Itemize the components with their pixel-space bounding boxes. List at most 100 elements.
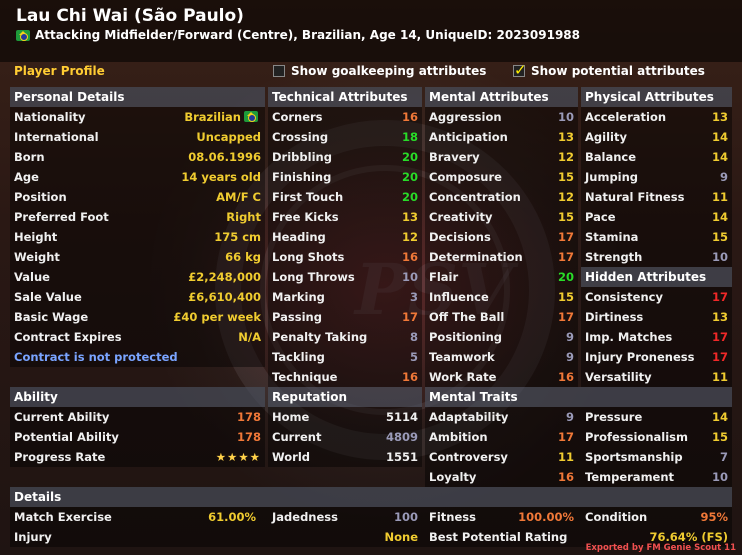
potential-toggle-label: Show potential attributes <box>531 64 705 78</box>
technical-label: Long Throws <box>272 270 355 284</box>
details-row: Fitness 100.00% <box>425 507 578 527</box>
potential-checkbox[interactable] <box>513 61 527 79</box>
reputation-label: Current <box>272 430 322 444</box>
personal-value: £2,248,000 <box>188 270 261 284</box>
mental-value: 9 <box>565 350 574 364</box>
mental-label: Off The Ball <box>429 310 505 324</box>
hidden-heading: Hidden Attributes <box>581 267 732 287</box>
hidden-label: Versatility <box>585 370 652 384</box>
personal-value: AM/F C <box>216 190 261 204</box>
ability-label: Progress Rate <box>14 450 106 464</box>
technical-row: Tackling 5 <box>268 347 422 367</box>
physical-value: 10 <box>711 250 728 264</box>
personal-label: International <box>14 130 99 144</box>
personal-label: Nationality <box>14 110 86 124</box>
physical-label: Stamina <box>585 230 639 244</box>
personal-label: Born <box>14 150 45 164</box>
ability-row: Potential Ability 178 <box>10 427 265 447</box>
brazil-flag-icon <box>16 29 30 41</box>
technical-label: Corners <box>272 110 323 124</box>
traits-extra-label: Pressure <box>585 410 643 424</box>
mental-row: Work Rate 16 <box>425 367 578 387</box>
mental-label: Decisions <box>429 230 491 244</box>
details-value: 95% <box>700 510 728 524</box>
technical-row: Heading 12 <box>268 227 422 247</box>
mental-row: Off The Ball 17 <box>425 307 578 327</box>
details-label: Injury <box>14 530 52 544</box>
personal-label: Preferred Foot <box>14 210 109 224</box>
hidden-row: Imp. Matches 17 <box>581 327 732 347</box>
reputation-row: Current 4809 <box>268 427 422 447</box>
technical-label: Dribbling <box>272 150 332 164</box>
technical-value: 12 <box>401 230 418 244</box>
details-value: 100.00% <box>518 510 574 524</box>
personal-details-heading: Personal Details <box>10 87 265 107</box>
physical-value: 11 <box>711 190 728 204</box>
technical-row: Penalty Taking 8 <box>268 327 422 347</box>
ability-value: 178 <box>236 410 261 424</box>
personal-value: Right <box>226 210 261 224</box>
mental-value: 12 <box>557 190 574 204</box>
goalkeeping-toggle[interactable]: Show goalkeeping attributes <box>273 64 486 78</box>
mental-value: 15 <box>557 210 574 224</box>
personal-value: 175 cm <box>214 230 261 244</box>
mental-row: Decisions 17 <box>425 227 578 247</box>
technical-label: First Touch <box>272 190 344 204</box>
mental-row: Positioning 9 <box>425 327 578 347</box>
mental-row: Determination 17 <box>425 247 578 267</box>
mental-label: Aggression <box>429 110 502 124</box>
mental-label: Flair <box>429 270 459 284</box>
technical-row: Passing 17 <box>268 307 422 327</box>
traits-extra-label: Sportsmanship <box>585 450 683 464</box>
technical-value: 20 <box>401 150 418 164</box>
technical-row: Crossing 18 <box>268 127 422 147</box>
personal-row: Basic Wage £40 per week <box>10 307 265 327</box>
technical-label: Finishing <box>272 170 332 184</box>
technical-value: 16 <box>401 110 418 124</box>
technical-value: 16 <box>401 370 418 384</box>
mental-row: Composure 15 <box>425 167 578 187</box>
personal-value: 08.06.1996 <box>188 150 261 164</box>
details-row: Injury None <box>10 527 422 547</box>
technical-label: Penalty Taking <box>272 330 368 344</box>
traits-extra-value: 14 <box>711 410 728 424</box>
personal-row: Born 08.06.1996 <box>10 147 265 167</box>
traits-value: 11 <box>557 450 574 464</box>
hidden-row: Versatility 11 <box>581 367 732 387</box>
hidden-value: 17 <box>711 330 728 344</box>
hidden-label: Imp. Matches <box>585 330 673 344</box>
personal-label: Value <box>14 270 50 284</box>
traits-extra-label: Temperament <box>585 470 675 484</box>
player-profile-label: Player Profile <box>14 64 105 78</box>
ability-value: 178 <box>236 430 261 444</box>
details-label: Condition <box>585 510 648 524</box>
mental-label: Work Rate <box>429 370 497 384</box>
goalkeeping-checkbox[interactable] <box>273 65 285 77</box>
technical-row: Corners 16 <box>268 107 422 127</box>
hidden-value: 17 <box>711 350 728 364</box>
mental-row: Bravery 12 <box>425 147 578 167</box>
mental-row: Flair 20 <box>425 267 578 287</box>
physical-value: 14 <box>711 210 728 224</box>
ability-row: Progress Rate ★★★★ <box>10 447 265 467</box>
physical-label: Acceleration <box>585 110 667 124</box>
physical-value: 13 <box>711 110 728 124</box>
traits-row: Loyalty 16 <box>425 467 578 487</box>
technical-row: First Touch 20 <box>268 187 422 207</box>
mental-heading: Mental Attributes <box>425 87 578 107</box>
technical-label: Heading <box>272 230 326 244</box>
technical-row: Dribbling 20 <box>268 147 422 167</box>
traits-row: Adaptability 9 <box>425 407 578 427</box>
traits-row: Controversy 11 <box>425 447 578 467</box>
player-summary: Attacking Midfielder/Forward (Centre), B… <box>35 28 580 42</box>
potential-toggle[interactable]: Show potential attributes <box>513 61 705 79</box>
reputation-heading: Reputation <box>268 387 422 407</box>
physical-heading: Physical Attributes <box>581 87 732 107</box>
physical-row: Stamina 15 <box>581 227 732 247</box>
reputation-value: 4809 <box>385 430 418 444</box>
hidden-value: 13 <box>711 310 728 324</box>
mental-label: Concentration <box>429 190 521 204</box>
personal-value: £6,610,400 <box>188 290 261 304</box>
technical-heading: Technical Attributes <box>268 87 422 107</box>
technical-value: 8 <box>409 330 418 344</box>
